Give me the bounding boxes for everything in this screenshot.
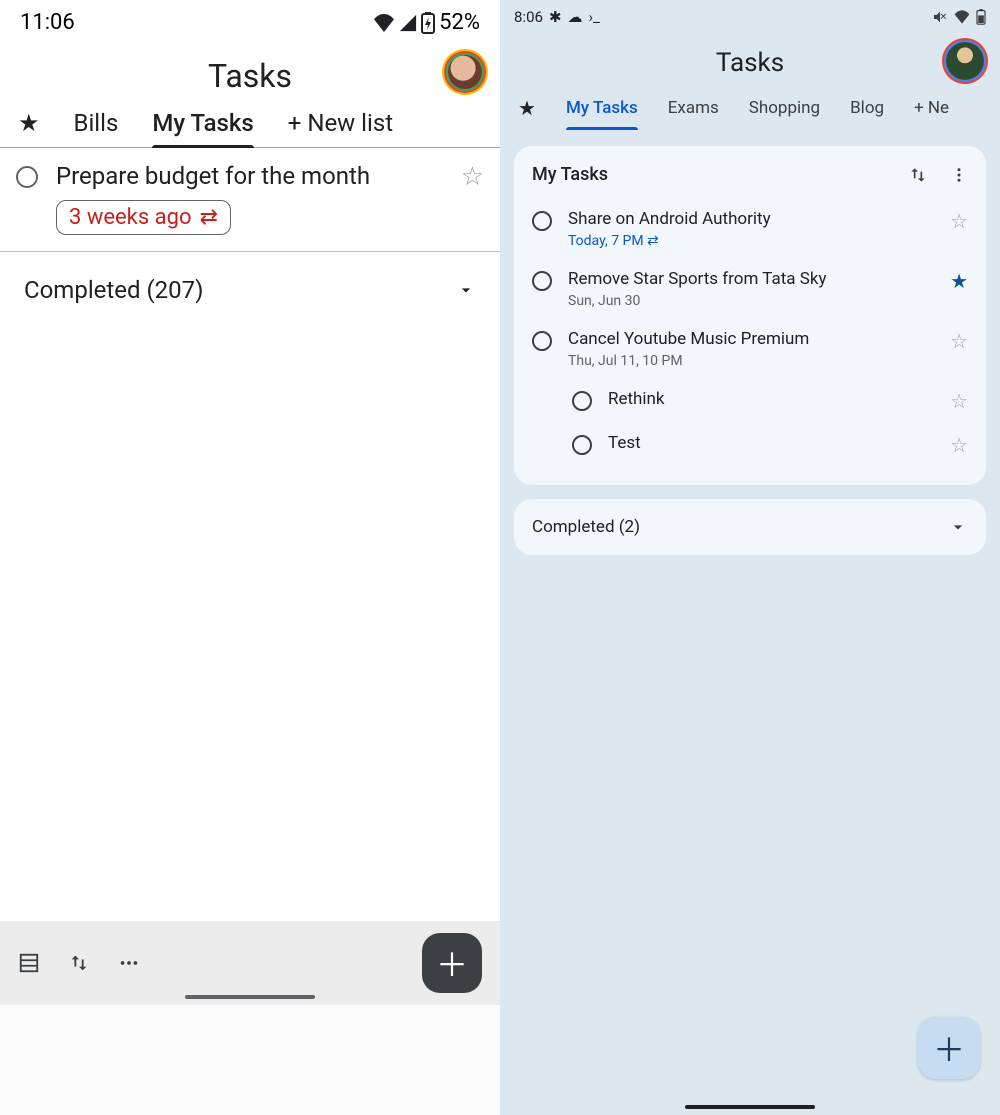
tab-bills[interactable]: Bills	[74, 109, 119, 137]
task-date-text: 3 weeks ago	[69, 205, 192, 230]
card-header: My Tasks	[532, 164, 968, 185]
task-row[interactable]: Share on Android Authority Today, 7 PM ⇄…	[532, 199, 968, 259]
task-complete-radio[interactable]	[532, 271, 552, 291]
task-row[interactable]: Remove Star Sports from Tata Sky Sun, Ju…	[532, 259, 968, 319]
task-date[interactable]: Sun, Jun 30	[568, 293, 934, 309]
slack-icon: ✱	[549, 8, 562, 26]
status-left-icons: 8:06 ✱ ☁ ›_	[514, 8, 600, 26]
app-title: Tasks	[208, 57, 292, 95]
mute-icon	[932, 9, 948, 25]
screen-right: 8:06 ✱ ☁ ›_ Tasks ★ M	[500, 0, 1000, 1115]
list-view-icon[interactable]	[18, 952, 40, 974]
app-title: Tasks	[716, 48, 784, 78]
task-title: Prepare budget for the month	[56, 162, 443, 190]
profile-avatar[interactable]	[946, 42, 984, 80]
more-icon[interactable]	[118, 952, 140, 974]
card-title: My Tasks	[532, 164, 608, 185]
task-title: Rethink	[608, 389, 934, 409]
battery-percent: 52%	[439, 10, 480, 35]
battery-icon	[976, 9, 986, 25]
list-tabs: ★ Bills My Tasks + New list	[0, 109, 500, 148]
nav-handle[interactable]	[185, 995, 315, 999]
completed-card[interactable]: Completed (2)	[514, 499, 986, 555]
battery-charging-icon	[421, 12, 435, 34]
screen-left: 11:06 52% Tasks ★ Bills My Tasks	[0, 0, 500, 1005]
tab-new-list[interactable]: + New list	[288, 109, 393, 137]
bottom-toolbar: ＋	[0, 921, 500, 1005]
app-title-row: Tasks	[500, 28, 1000, 96]
terminal-icon: ›_	[589, 8, 600, 26]
tab-shopping[interactable]: Shopping	[749, 98, 820, 118]
task-complete-radio[interactable]	[572, 435, 592, 455]
star-outline-icon[interactable]: ☆	[461, 162, 484, 192]
tab-new-list[interactable]: + Ne	[914, 98, 949, 118]
tab-blog[interactable]: Blog	[850, 98, 884, 118]
task-complete-radio[interactable]	[16, 166, 38, 188]
status-time: 11:06	[20, 10, 75, 35]
status-icons: 52%	[373, 10, 480, 35]
task-date-chip[interactable]: 3 weeks ago ⇄	[56, 200, 231, 235]
wifi-icon	[373, 14, 395, 32]
star-filled-icon[interactable]: ★	[950, 269, 968, 293]
star-outline-icon[interactable]: ☆	[950, 433, 968, 457]
task-title: Remove Star Sports from Tata Sky	[568, 269, 934, 289]
completed-label: Completed (2)	[532, 517, 640, 537]
task-complete-radio[interactable]	[532, 331, 552, 351]
subtask-row[interactable]: Test ☆	[532, 423, 968, 467]
starred-tab-icon[interactable]: ★	[18, 109, 40, 137]
task-complete-radio[interactable]	[572, 391, 592, 411]
star-outline-icon[interactable]: ☆	[950, 329, 968, 353]
status-time: 8:06	[514, 8, 543, 26]
screen-left-bleed	[0, 1005, 500, 1115]
task-date[interactable]: Today, 7 PM ⇄	[568, 233, 934, 249]
wifi-icon	[954, 10, 970, 24]
task-row[interactable]: Prepare budget for the month 3 weeks ago…	[0, 148, 500, 252]
star-outline-icon[interactable]: ☆	[950, 209, 968, 233]
tab-my-tasks[interactable]: My Tasks	[566, 98, 638, 118]
chevron-down-icon	[948, 517, 968, 537]
status-bar: 11:06 52%	[0, 0, 500, 39]
sort-icon[interactable]	[908, 165, 928, 185]
repeat-icon: ⇄	[200, 205, 218, 230]
task-row[interactable]: Cancel Youtube Music Premium Thu, Jul 11…	[532, 319, 968, 379]
completed-section[interactable]: Completed (207)	[0, 252, 500, 328]
tasks-card: My Tasks Share on Android Authority Toda…	[514, 146, 986, 485]
profile-avatar[interactable]	[446, 53, 484, 91]
task-title: Share on Android Authority	[568, 209, 934, 229]
cloud-icon: ☁	[568, 8, 583, 26]
task-title: Test	[608, 433, 934, 453]
more-vert-icon[interactable]	[950, 166, 968, 184]
task-body: Prepare budget for the month 3 weeks ago…	[56, 162, 443, 235]
subtask-row[interactable]: Rethink ☆	[532, 379, 968, 423]
status-right-icons	[932, 9, 986, 25]
add-task-fab[interactable]: ＋	[422, 933, 482, 993]
app-title-row: Tasks	[0, 39, 500, 109]
add-task-fab[interactable]: ＋	[918, 1017, 980, 1079]
task-complete-radio[interactable]	[532, 211, 552, 231]
status-bar: 8:06 ✱ ☁ ›_	[500, 0, 1000, 28]
task-title: Cancel Youtube Music Premium	[568, 329, 934, 349]
starred-tab-icon[interactable]: ★	[518, 96, 536, 120]
star-outline-icon[interactable]: ☆	[950, 389, 968, 413]
signal-icon	[399, 14, 417, 32]
tab-exams[interactable]: Exams	[668, 98, 719, 118]
chevron-down-icon	[456, 280, 476, 300]
list-tabs: ★ My Tasks Exams Shopping Blog + Ne	[500, 96, 1000, 132]
task-date[interactable]: Thu, Jul 11, 10 PM	[568, 353, 934, 369]
tab-my-tasks[interactable]: My Tasks	[152, 109, 253, 137]
completed-label: Completed (207)	[24, 276, 204, 304]
nav-handle[interactable]	[685, 1105, 815, 1109]
sort-icon[interactable]	[68, 952, 90, 974]
